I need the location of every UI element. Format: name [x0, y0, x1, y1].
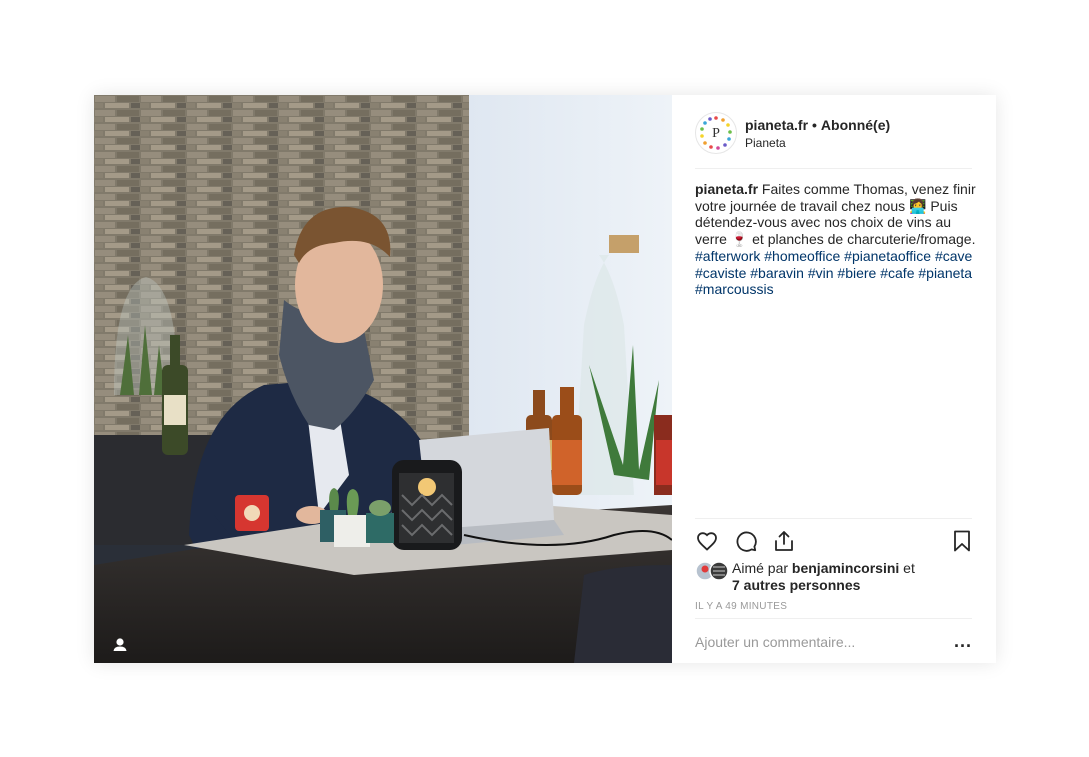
- hashtag-link[interactable]: #cave: [935, 248, 972, 264]
- follow-status-button[interactable]: Abonné(e): [821, 117, 890, 133]
- post-header: P pianeta.fr • Abonné(e) Pianeta: [695, 112, 972, 169]
- hashtag-link[interactable]: #vin: [808, 265, 834, 281]
- hashtag-link[interactable]: #pianeta: [918, 265, 972, 281]
- post-photo[interactable]: [94, 95, 672, 663]
- hashtag-link[interactable]: #afterwork: [695, 248, 760, 264]
- user-tag-icon[interactable]: [110, 635, 130, 655]
- svg-text:P: P: [712, 126, 720, 141]
- post-actions: Aimé par benjamincorsini et 7 autres per…: [695, 518, 972, 612]
- post-photo-image: [94, 95, 672, 663]
- wine-glass-emoji: 🍷: [730, 231, 749, 248]
- liker-avatars[interactable]: [695, 561, 731, 581]
- avatar[interactable]: P: [695, 112, 737, 154]
- hashtag-link[interactable]: #pianetaoffice: [844, 248, 931, 264]
- likes-summary: Aimé par benjamincorsini et 7 autres per…: [695, 560, 975, 594]
- liked-by-suffix: et: [899, 560, 915, 576]
- post-header-text: pianeta.fr • Abonné(e) Pianeta: [745, 116, 890, 151]
- separator-dot: •: [812, 117, 817, 133]
- share-icon[interactable]: [772, 529, 796, 553]
- more-options-button[interactable]: ...: [954, 632, 972, 650]
- location-link[interactable]: Pianeta: [745, 135, 890, 151]
- post-sidebar: P pianeta.fr • Abonné(e) Pianeta pianeta.f…: [672, 95, 996, 663]
- username-link[interactable]: pianeta.fr: [745, 117, 808, 133]
- liked-by-prefix: Aimé par: [732, 560, 792, 576]
- other-likers-link[interactable]: 7 autres personnes: [732, 577, 860, 593]
- hashtag-link[interactable]: #caviste: [695, 265, 746, 281]
- comment-bar: ...: [695, 618, 972, 664]
- woman-technologist-emoji: 👩‍💻: [909, 197, 927, 214]
- pianeta-logo: P: [700, 116, 732, 150]
- hashtag-link[interactable]: #biere: [837, 265, 876, 281]
- instagram-post: P pianeta.fr • Abonné(e) Pianeta pianeta.f…: [94, 95, 996, 663]
- post-caption: pianeta.fr Faites comme Thomas, venez fi…: [695, 181, 977, 298]
- comment-icon[interactable]: [734, 529, 758, 553]
- hashtag-link[interactable]: #homeoffice: [764, 248, 840, 264]
- hashtag-link[interactable]: #marcoussis: [695, 281, 774, 297]
- bookmark-icon[interactable]: [950, 529, 974, 553]
- caption-text-3: et planches de charcuterie/fromage.: [748, 231, 976, 248]
- heart-icon[interactable]: [695, 529, 719, 553]
- hashtag-link[interactable]: #cafe: [880, 265, 914, 281]
- comment-input[interactable]: [695, 634, 935, 650]
- hashtag-list: #afterwork #homeoffice #pianetaoffice #c…: [695, 248, 977, 298]
- hashtag-link[interactable]: #baravin: [750, 265, 804, 281]
- caption-username-link[interactable]: pianeta.fr: [695, 181, 758, 197]
- post-timestamp[interactable]: IL Y A 49 MINUTES: [695, 601, 787, 612]
- action-bar: [695, 519, 972, 559]
- liker-username-link[interactable]: benjamincorsini: [792, 560, 899, 576]
